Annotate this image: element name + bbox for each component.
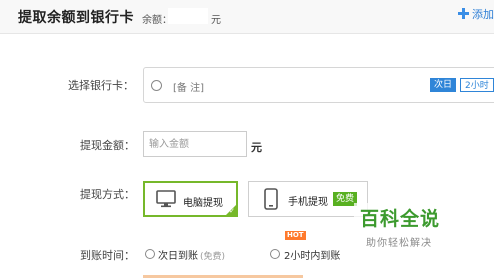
checkmark-icon: ✓ — [229, 207, 235, 215]
add-card-label: 添加 — [472, 8, 494, 21]
bank-card-option[interactable]: [备 注] 次日 2小时 — [143, 67, 494, 103]
withdraw-page: 提取余额到银行卡 余额： 元 添加 选择银行卡： [备 注] 次日 2小时 提现… — [0, 0, 494, 280]
arrival-two-hour-option[interactable]: 2小时内到账 — [284, 247, 340, 262]
watermark-subtitle: 助你轻松解决 — [366, 238, 432, 249]
balance-value-masked — [168, 8, 208, 24]
card-note: [备 注] — [173, 83, 204, 94]
method-pc-label: 电脑提现 — [183, 198, 223, 209]
arrival-two-hour-label: 2小时内到账 — [284, 251, 341, 262]
card-radio[interactable] — [151, 80, 162, 91]
balance-unit: 元 — [211, 15, 221, 26]
arrival-next-day-radio[interactable] — [145, 249, 155, 259]
monitor-icon — [156, 190, 176, 208]
arrival-next-day-option[interactable]: 次日到账 (免费) — [158, 247, 225, 262]
amount-unit: 元 — [251, 141, 262, 154]
method-mobile-label: 手机提现 — [288, 197, 328, 208]
bottom-hint-line — [143, 275, 303, 278]
arrival-two-hour-radio[interactable] — [270, 249, 280, 259]
watermark-title: 百科全说 — [360, 208, 441, 230]
method-pc-option[interactable]: 电脑提现 ✓ — [143, 181, 238, 217]
plus-icon — [458, 8, 469, 19]
add-card-link[interactable]: 添加 — [458, 6, 494, 24]
card-row-label: 选择银行卡： — [68, 79, 134, 92]
next-day-tag: 次日 — [430, 78, 457, 92]
amount-input[interactable] — [143, 131, 247, 157]
arrival-next-day-label: 次日到账 — [158, 251, 198, 262]
page-header: 提取余额到银行卡 余额： 元 添加 — [0, 0, 494, 34]
method-row-label: 提现方式： — [80, 188, 135, 201]
watermark: 百科全说 助你轻松解决 — [354, 203, 470, 255]
two-hour-tag: 2小时 — [460, 78, 494, 92]
method-mobile-option[interactable]: 手机提现 免费 — [248, 181, 368, 217]
card-number-masked — [219, 77, 359, 93]
hot-badge: HOT — [285, 231, 306, 240]
phone-icon — [264, 188, 278, 210]
arrival-row-label: 到账时间： — [80, 249, 135, 262]
amount-row-label: 提现金额： — [80, 139, 135, 152]
page-title: 提取余额到银行卡 — [18, 10, 134, 26]
arrival-next-day-sub: (免费) — [200, 252, 226, 262]
